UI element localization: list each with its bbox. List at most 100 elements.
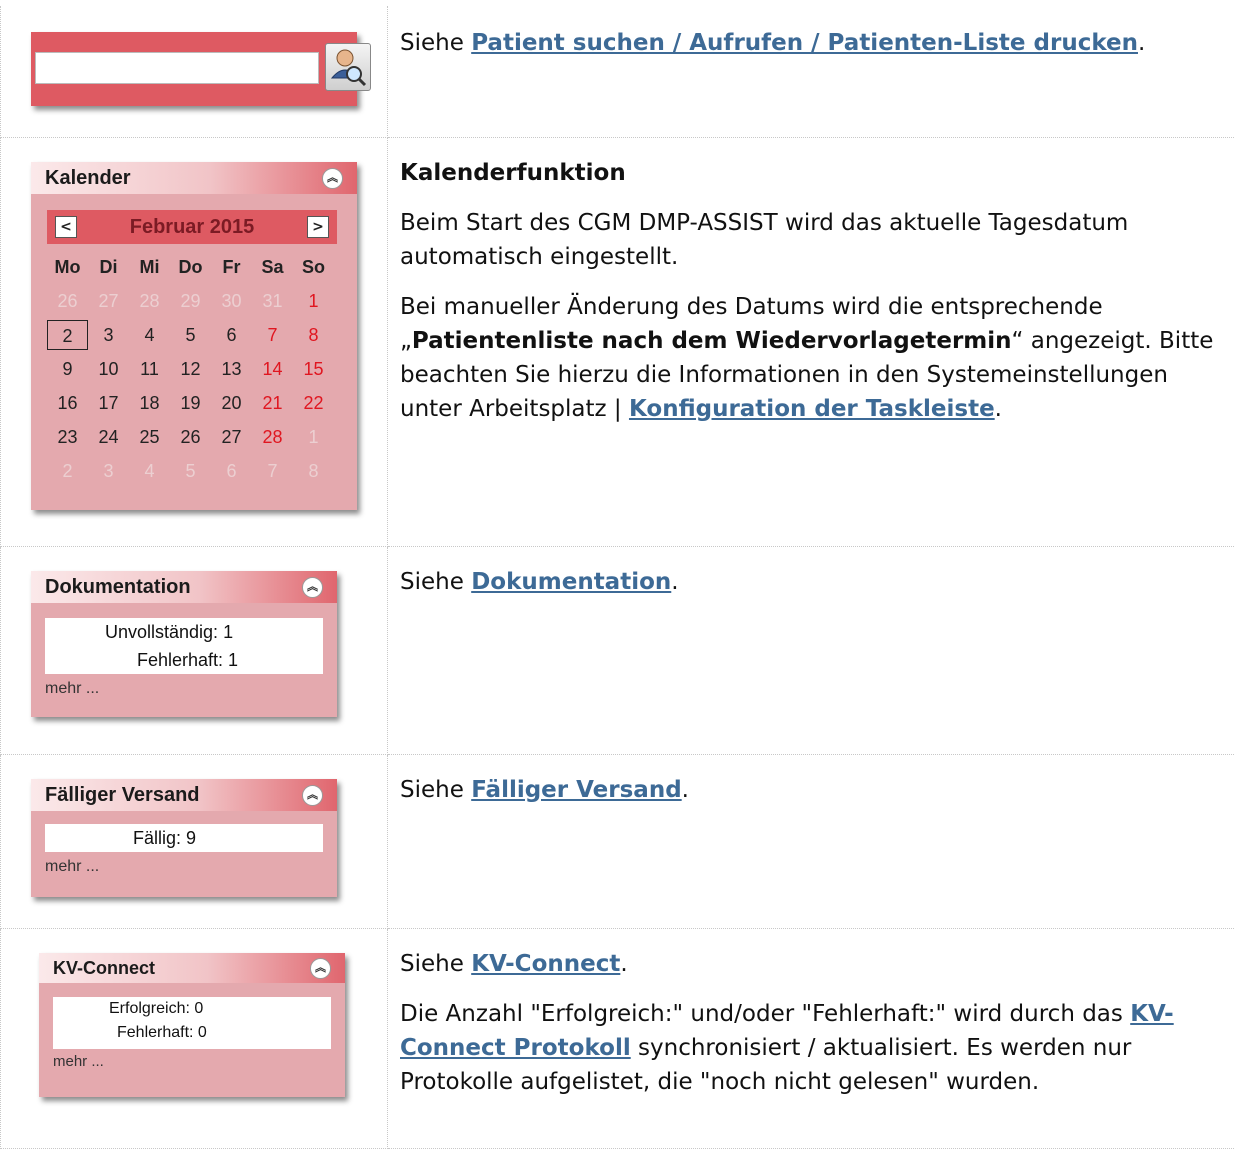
calendar-day[interactable]: 28 (129, 284, 170, 318)
calendar-day[interactable]: 27 (88, 284, 129, 318)
weekday-label: Sa (252, 250, 293, 284)
calendar-day[interactable]: 26 (170, 420, 211, 454)
text-run: Die Anzahl "Erfolgreich:" und/oder "Fehl… (400, 1001, 1130, 1027)
calendar-day[interactable]: 4 (129, 318, 170, 352)
link-faelliger-versand[interactable]: Fälliger Versand (471, 777, 681, 803)
calendar-day[interactable]: 9 (47, 352, 88, 386)
count-erfolgreich[interactable]: Erfolgreich: 0 (109, 997, 331, 1021)
collapse-icon[interactable]: ︽ (302, 577, 323, 598)
kvconnect-counts: Erfolgreich: 0 Fehlerhaft: 0 (53, 997, 331, 1049)
suffix: . (682, 777, 689, 803)
user-search-icon (326, 44, 370, 90)
section-title: Kalenderfunktion (400, 156, 1234, 190)
calendar-day[interactable]: 6 (211, 318, 252, 352)
calendar-day[interactable]: 5 (170, 318, 211, 352)
calendar-day[interactable]: 2 (47, 454, 88, 488)
versand-widget-cell: Fälliger Versand ︽ Fällig: 9 mehr ... (1, 754, 388, 928)
suffix: . (671, 569, 678, 595)
calendar-day[interactable]: 11 (129, 352, 170, 386)
calendar-day[interactable]: 31 (252, 284, 293, 318)
collapse-icon[interactable]: ︽ (302, 785, 323, 806)
paragraph-manual: Bei manueller Änderung des Datums wird d… (400, 290, 1234, 426)
calendar-day[interactable]: 17 (88, 386, 129, 420)
calendar-day[interactable]: 18 (129, 386, 170, 420)
calendar-day[interactable]: 6 (211, 454, 252, 488)
calendar-day[interactable]: 20 (211, 386, 252, 420)
link-dokumentation[interactable]: Dokumentation (471, 569, 671, 595)
link-kv-connect[interactable]: KV-Connect (471, 951, 620, 977)
patient-search-input[interactable] (35, 52, 319, 84)
calendar-day[interactable]: 3 (88, 454, 129, 488)
count-fehlerhaft[interactable]: Fehlerhaft: 1 (105, 646, 323, 674)
calendar-day[interactable]: 28 (252, 420, 293, 454)
calendar-week-row: 2324252627281 (47, 420, 337, 454)
calendar-day[interactable]: 2 (47, 320, 88, 350)
siehe-prefix: Siehe (400, 951, 471, 977)
count-unvollstaendig[interactable]: Unvollständig: 1 (105, 618, 323, 646)
collapse-icon[interactable]: ︽ (322, 168, 343, 189)
more-link[interactable]: mehr ... (31, 674, 337, 698)
calendar-day[interactable]: 1 (293, 420, 334, 454)
kvconnect-panel-header: KV-Connect ︽ (39, 953, 345, 983)
weekday-label: Di (88, 250, 129, 284)
row-calendar: Kalender ︽ < Februar 2015 > MoDiMiDoFrSa… (1, 137, 1234, 546)
dokumentation-panel-title: Dokumentation (45, 576, 191, 598)
calendar-week-row: 2627282930311 (47, 284, 337, 318)
next-month-button[interactable]: > (307, 216, 329, 238)
versand-counts: Fällig: 9 (45, 824, 323, 852)
link-patient-suchen[interactable]: Patient suchen / Aufrufen / Patienten-Li… (471, 30, 1138, 56)
calendar-day[interactable]: 23 (47, 420, 88, 454)
calendar-day[interactable]: 8 (293, 454, 334, 488)
bold-term: Patientenliste nach dem Wiedervorlageter… (412, 328, 1012, 354)
calendar-day[interactable]: 29 (170, 284, 211, 318)
calendar-day[interactable]: 21 (252, 386, 293, 420)
calendar-day[interactable]: 10 (88, 352, 129, 386)
weekday-label: Mi (129, 250, 170, 284)
calendar-day[interactable]: 16 (47, 386, 88, 420)
calendar-day[interactable]: 12 (170, 352, 211, 386)
patient-search-widget (31, 32, 357, 106)
calendar-panel-header: Kalender ︽ (31, 162, 357, 194)
count-faellig[interactable]: Fällig: 9 (133, 824, 323, 852)
calendar-week-row: 16171819202122 (47, 386, 337, 420)
calendar-day[interactable]: 25 (129, 420, 170, 454)
calendar-panel-title: Kalender (45, 167, 131, 189)
versand-panel: Fälliger Versand ︽ Fällig: 9 mehr ... (31, 779, 337, 897)
collapse-icon[interactable]: ︽ (310, 958, 331, 979)
calendar-day[interactable]: 26 (47, 284, 88, 318)
calendar-day[interactable]: 3 (88, 318, 129, 352)
calendar-day[interactable]: 15 (293, 352, 334, 386)
weekday-header-row: MoDiMiDoFrSaSo (47, 250, 337, 284)
count-fehlerhaft[interactable]: Fehlerhaft: 0 (109, 1021, 331, 1045)
calendar-week-row: 2345678 (47, 318, 337, 352)
link-konfiguration-taskleiste[interactable]: Konfiguration der Taskleiste (629, 396, 995, 422)
row-versand: Fälliger Versand ︽ Fällig: 9 mehr ... Si… (1, 754, 1234, 928)
calendar-day[interactable]: 27 (211, 420, 252, 454)
weekday-label: So (293, 250, 334, 284)
calendar-panel: Kalender ︽ < Februar 2015 > MoDiMiDoFrSa… (31, 162, 357, 510)
patient-search-button[interactable] (325, 43, 371, 91)
more-link[interactable]: mehr ... (31, 852, 337, 876)
calendar-day[interactable]: 7 (252, 454, 293, 488)
row-kvconnect: KV-Connect ︽ Erfolgreich: 0 Fehlerhaft: … (1, 928, 1234, 1148)
calendar-day[interactable]: 19 (170, 386, 211, 420)
weekday-label: Do (170, 250, 211, 284)
calendar-day[interactable]: 14 (252, 352, 293, 386)
calendar-day[interactable]: 5 (170, 454, 211, 488)
calendar-day[interactable]: 1 (293, 284, 334, 318)
dokumentation-panel: Dokumentation ︽ Unvollständig: 1 Fehlerh… (31, 571, 337, 717)
more-link[interactable]: mehr ... (39, 1049, 345, 1070)
dokumentation-panel-header: Dokumentation ︽ (31, 571, 337, 603)
kvconnect-widget-cell: KV-Connect ︽ Erfolgreich: 0 Fehlerhaft: … (1, 928, 388, 1148)
paragraph-kv-protokoll: Die Anzahl "Erfolgreich:" und/oder "Fehl… (400, 997, 1234, 1099)
calendar-day[interactable]: 8 (293, 318, 334, 352)
calendar-day[interactable]: 4 (129, 454, 170, 488)
calendar-day[interactable]: 7 (252, 318, 293, 352)
calendar-week-row: 2345678 (47, 454, 337, 488)
calendar-day[interactable]: 30 (211, 284, 252, 318)
calendar-day[interactable]: 24 (88, 420, 129, 454)
calendar-day[interactable]: 22 (293, 386, 334, 420)
calendar-day[interactable]: 13 (211, 352, 252, 386)
documentation-table: Siehe Patient suchen / Aufrufen / Patien… (0, 6, 1234, 1149)
siehe-prefix: Siehe (400, 569, 471, 595)
